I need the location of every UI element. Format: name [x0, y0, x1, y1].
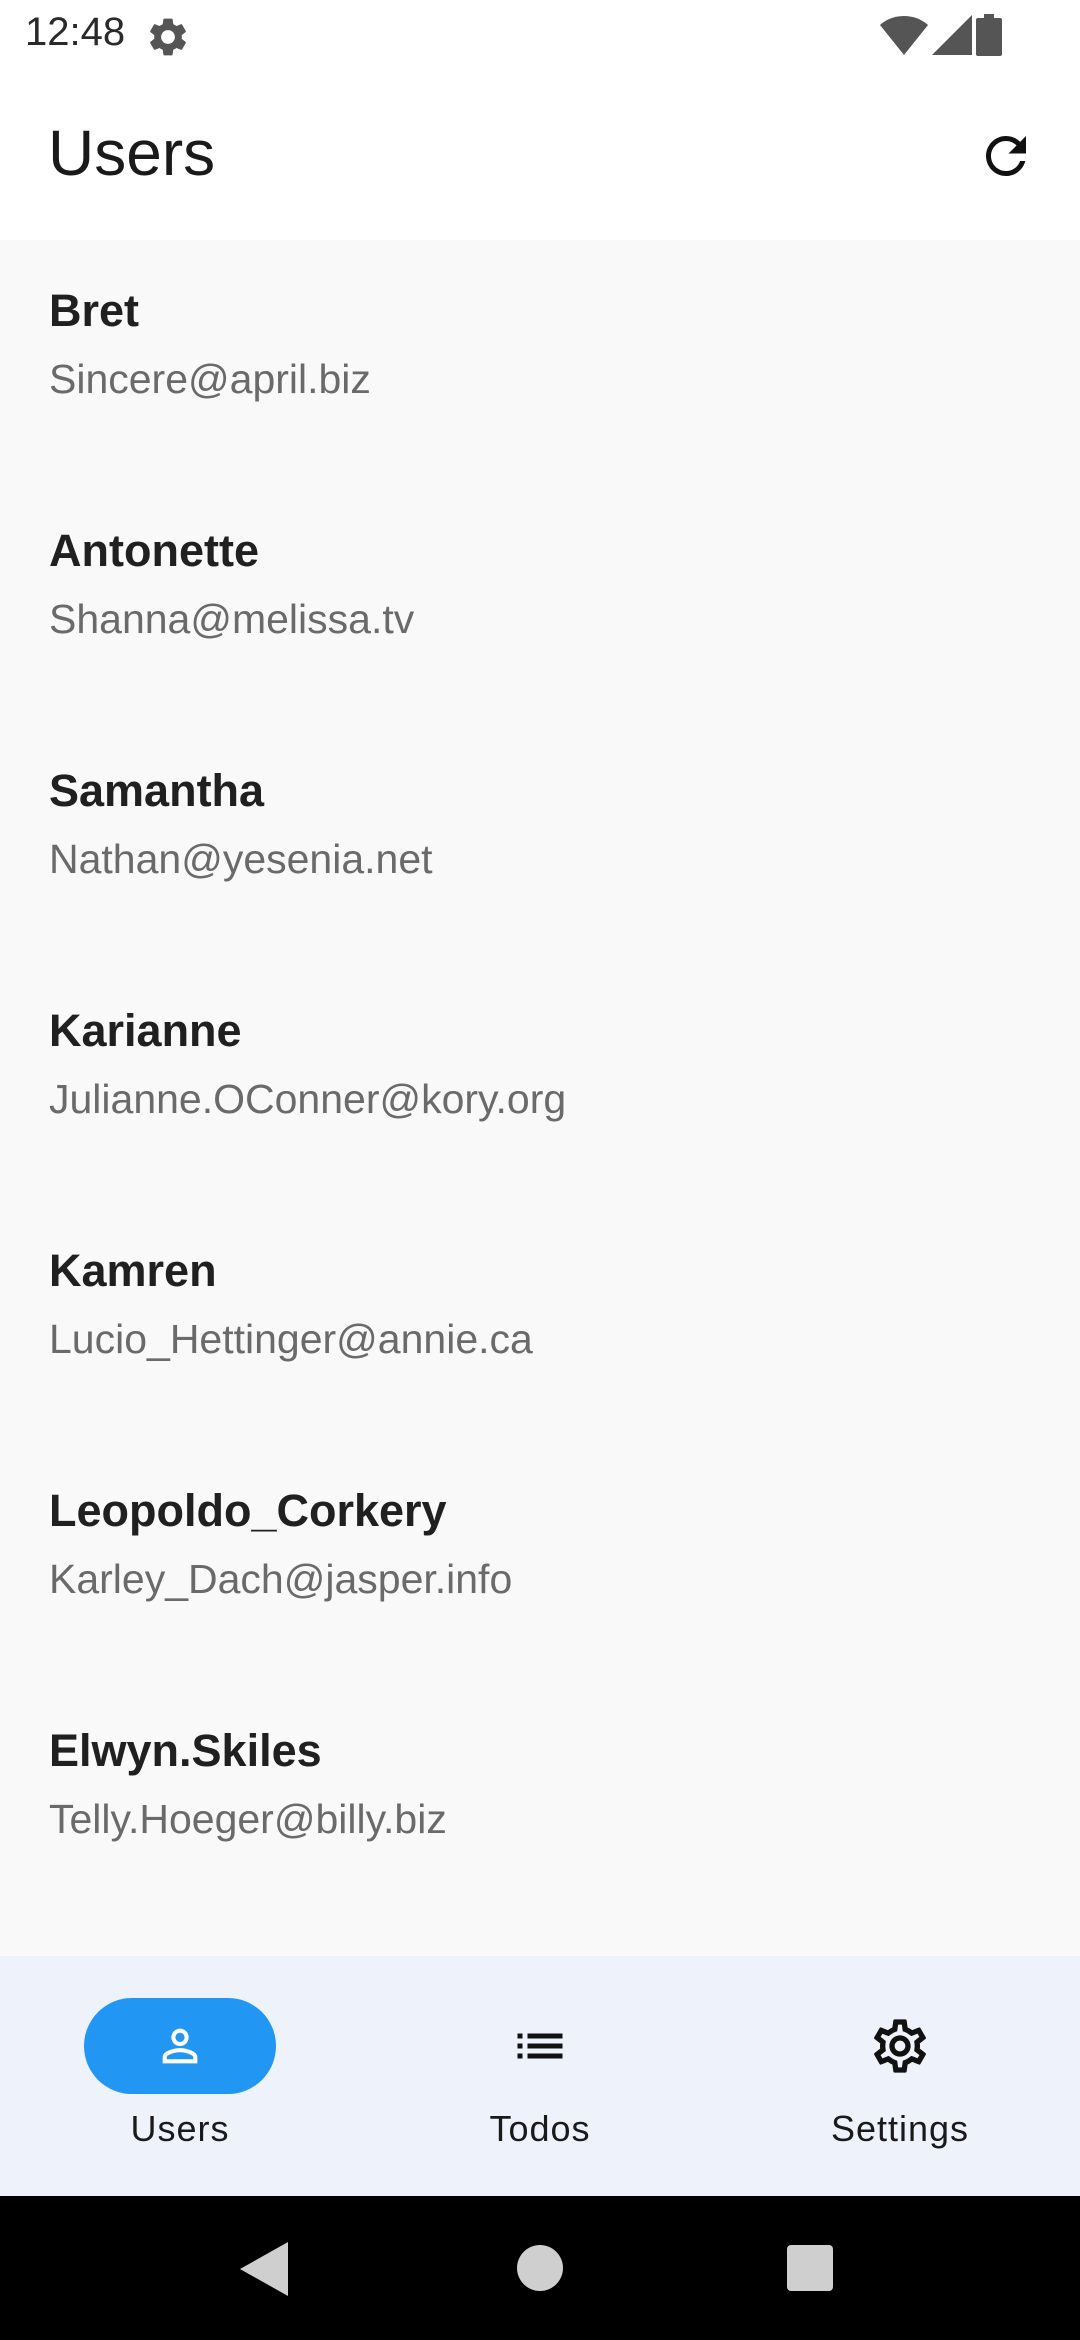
home-icon[interactable]	[516, 2244, 564, 2292]
user-name: Elwyn.Skiles	[49, 1725, 322, 1776]
list-icon	[517, 2033, 563, 2059]
refresh-icon	[986, 136, 1026, 176]
user-email: Telly.Hoeger@billy.biz	[49, 1796, 447, 1842]
user-list: Bret Sincere@april.biz Antonette Shanna@…	[0, 240, 1080, 1956]
nav-label: Todos	[489, 2108, 591, 2149]
nav-item-users[interactable]: Users	[0, 1956, 360, 2196]
user-name: Bret	[49, 285, 140, 336]
refresh-button[interactable]	[974, 124, 1038, 188]
user-name: Antonette	[49, 525, 259, 576]
list-item[interactable]: Kamren Lucio_Hettinger@annie.ca	[0, 1200, 1080, 1440]
user-email: Sincere@april.biz	[49, 356, 371, 402]
recents-icon[interactable]	[786, 2244, 834, 2292]
system-navigation-bar	[0, 2196, 1080, 2340]
app-bar: Users	[0, 72, 1080, 240]
user-email: Shanna@melissa.tv	[49, 596, 415, 642]
user-name: Leopoldo_Corkery	[49, 1485, 447, 1536]
user-email: Karley_Dach@jasper.info	[49, 1556, 513, 1602]
nav-icon-container	[444, 1998, 636, 2094]
battery-icon	[976, 14, 1002, 56]
list-item[interactable]: Bret Sincere@april.biz	[0, 240, 1080, 480]
list-item[interactable]: Karianne Julianne.OConner@kory.org	[0, 960, 1080, 1200]
list-item[interactable]: Elwyn.Skiles Telly.Hoeger@billy.biz	[0, 1680, 1080, 1920]
user-email: Julianne.OConner@kory.org	[49, 1076, 567, 1122]
back-icon[interactable]	[240, 2242, 290, 2296]
user-email: Lucio_Hettinger@annie.ca	[49, 1316, 533, 1362]
cellular-signal-icon	[932, 15, 972, 55]
user-email: Nathan@yesenia.net	[49, 836, 433, 882]
user-name: Kamren	[49, 1245, 217, 1296]
status-time: 12:48	[25, 10, 126, 54]
nav-icon-container	[804, 1998, 996, 2094]
page-title: Users	[48, 117, 216, 189]
wifi-icon	[880, 16, 928, 55]
list-item[interactable]: Samantha Nathan@yesenia.net	[0, 720, 1080, 960]
settings-gear-icon	[150, 18, 186, 56]
nav-label: Settings	[830, 2108, 970, 2149]
nav-item-todos[interactable]: Todos	[360, 1956, 720, 2196]
nav-active-indicator	[84, 1998, 276, 2094]
user-name: Samantha	[49, 765, 265, 816]
nav-item-settings[interactable]: Settings	[720, 1956, 1080, 2196]
list-item[interactable]: Antonette Shanna@melissa.tv	[0, 480, 1080, 720]
person-icon	[162, 2028, 198, 2064]
gear-icon	[874, 2019, 926, 2073]
user-name: Karianne	[49, 1005, 242, 1056]
status-icons	[880, 14, 1002, 56]
bottom-navigation: Users Todos Settings	[0, 1956, 1080, 2196]
nav-label: Users	[130, 2108, 230, 2149]
list-item[interactable]: Leopoldo_Corkery Karley_Dach@jasper.info	[0, 1440, 1080, 1680]
status-bar: 12:48	[0, 0, 1080, 72]
